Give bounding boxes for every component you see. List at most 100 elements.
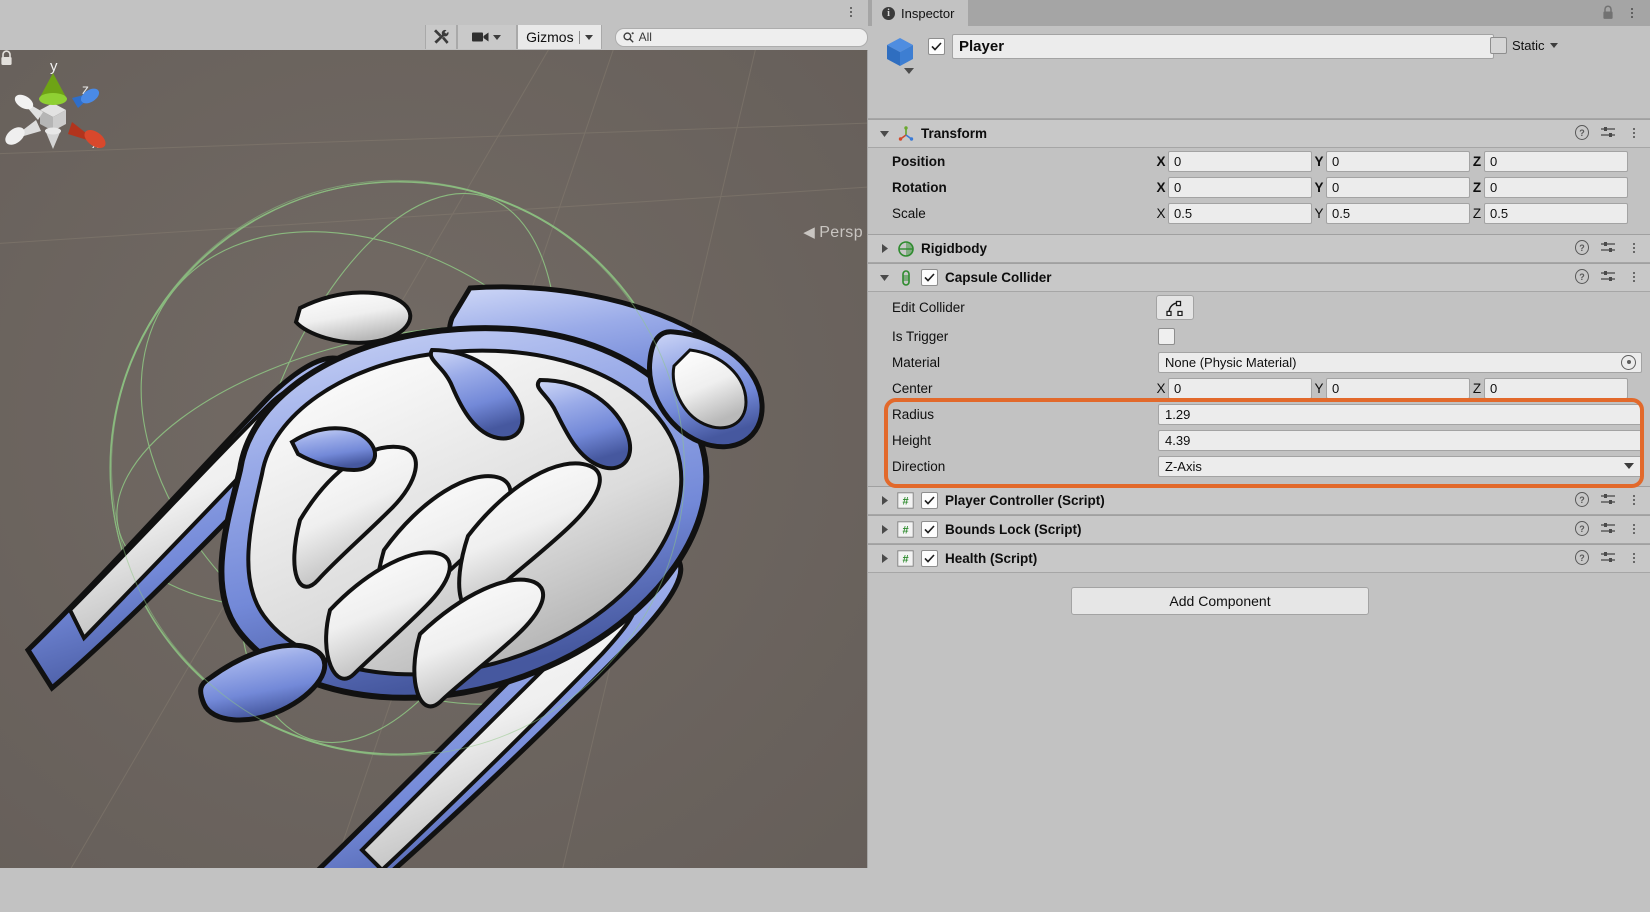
static-toggle[interactable]: Static <box>1490 37 1558 54</box>
transform-axis-icon <box>897 125 914 142</box>
foldout-collapsed-icon[interactable] <box>879 553 890 564</box>
inspector-body: Player Static Tag Player Layer Default <box>868 26 1650 629</box>
gizmos-chevron-down-icon[interactable] <box>584 34 593 40</box>
axis-x: X0 <box>1154 176 1312 198</box>
help-icon[interactable]: ? <box>1575 521 1589 536</box>
gameobject-enabled-checkbox[interactable] <box>928 38 945 55</box>
foldout-collapsed-icon[interactable] <box>879 495 890 506</box>
radius-input[interactable]: 1.29 <box>1158 403 1642 425</box>
gizmos-divider <box>578 30 580 44</box>
component-header-rigidbody[interactable]: Rigidbody ? <box>868 234 1650 263</box>
position-z-input[interactable]: 0 <box>1484 150 1628 172</box>
static-checkbox[interactable] <box>1490 37 1507 54</box>
height-input[interactable]: 4.39 <box>1158 429 1642 451</box>
preset-icon[interactable] <box>1601 240 1615 255</box>
scale-y-input[interactable]: 0.5 <box>1326 202 1470 224</box>
camera-chevron-down-icon <box>493 34 502 40</box>
gameobject-name-input[interactable]: Player <box>952 34 1494 59</box>
component-menu-icon[interactable] <box>1627 240 1641 255</box>
health-enabled-checkbox[interactable] <box>921 550 938 567</box>
inspector-panel: i Inspector Player Static Transform ? Po… <box>868 0 1650 912</box>
help-icon[interactable]: ? <box>1575 125 1589 140</box>
camera-icon <box>472 32 489 42</box>
property-label: Material <box>892 354 941 370</box>
gizmos-toggle-button[interactable]: Gizmos <box>517 25 602 49</box>
rigidbody-icon <box>897 240 914 257</box>
inspector-tab-strip: i Inspector <box>868 0 1650 26</box>
material-object-field[interactable]: None (Physic Material) <box>1158 351 1642 373</box>
component-header-player-controller[interactable]: # Player Controller (Script) ? <box>868 486 1650 515</box>
prefab-caret-down-icon[interactable] <box>904 68 914 74</box>
tools-icon-button[interactable] <box>425 25 457 49</box>
unity-editor-window: Gizmos All y z ◀ Persp i Inspector Playe… <box>0 0 1650 912</box>
position-y-input[interactable]: 0 <box>1326 150 1470 172</box>
inspector-lock-icon[interactable] <box>1602 5 1614 20</box>
component-header-bounds-lock[interactable]: # Bounds Lock (Script) ? <box>868 515 1650 544</box>
component-menu-icon[interactable] <box>1627 269 1641 284</box>
help-icon[interactable]: ? <box>1575 269 1589 284</box>
scene-render <box>0 50 867 868</box>
edit-collider-icon <box>1166 300 1183 316</box>
player-controller-enabled-checkbox[interactable] <box>921 492 938 509</box>
position-x-input[interactable]: 0 <box>1168 150 1312 172</box>
scene-lock-icon[interactable] <box>0 50 13 66</box>
rotation-z-input[interactable]: 0 <box>1484 176 1628 198</box>
script-hash-icon: # <box>897 492 914 509</box>
svg-text:#: # <box>902 554 908 566</box>
axis-x: X0 <box>1154 150 1312 172</box>
component-menu-icon[interactable] <box>1627 550 1641 565</box>
edit-collider-button[interactable] <box>1156 295 1194 320</box>
tab-inspector[interactable]: i Inspector <box>872 0 969 26</box>
scene-viewport[interactable]: y z x <box>0 50 867 868</box>
component-menu-icon[interactable] <box>1627 492 1641 507</box>
inspector-menu-icon[interactable] <box>1626 5 1638 20</box>
foldout-expanded-icon[interactable] <box>879 272 890 283</box>
component-header-health[interactable]: # Health (Script) ? <box>868 544 1650 573</box>
capsule-collider-enabled-checkbox[interactable] <box>921 269 938 286</box>
axis-x: X 0.5 <box>1154 202 1312 224</box>
center-x-input[interactable]: 0 <box>1168 377 1312 399</box>
is-trigger-checkbox[interactable] <box>1158 328 1175 345</box>
scene-projection-label[interactable]: ◀ Persp <box>803 223 863 242</box>
preset-icon[interactable] <box>1601 492 1615 507</box>
foldout-collapsed-icon[interactable] <box>879 524 890 535</box>
preset-icon[interactable] <box>1601 269 1615 284</box>
object-picker-icon[interactable] <box>1621 354 1636 370</box>
scene-menu-icon[interactable] <box>844 3 858 21</box>
component-header-capsule-collider[interactable]: Capsule Collider ? <box>868 263 1650 292</box>
preset-icon[interactable] <box>1601 550 1615 565</box>
preset-icon[interactable] <box>1601 521 1615 536</box>
component-menu-icon[interactable] <box>1627 125 1641 140</box>
scene-camera-button[interactable] <box>456 25 518 49</box>
rotation-y-input[interactable]: 0 <box>1326 176 1470 198</box>
add-component-button[interactable]: Add Component <box>1071 587 1369 615</box>
center-z-input[interactable]: 0 <box>1484 377 1628 399</box>
help-icon[interactable]: ? <box>1575 492 1589 507</box>
script-hash-icon: # <box>897 521 914 538</box>
scene-search-value: All <box>638 30 652 44</box>
component-header-transform[interactable]: Transform ? <box>868 119 1650 148</box>
center-y-input[interactable]: 0 <box>1326 377 1470 399</box>
scale-z-input[interactable]: 0.5 <box>1484 202 1628 224</box>
property-label: Edit Collider <box>892 300 965 315</box>
scale-x-input[interactable]: 0.5 <box>1168 202 1312 224</box>
scene-search-input[interactable]: All <box>614 27 868 47</box>
material-value: None (Physic Material) <box>1165 354 1297 370</box>
rotation-x-input[interactable]: 0 <box>1168 176 1312 198</box>
scene-orientation-gizmo[interactable]: y z x <box>0 54 110 164</box>
property-label: Radius <box>892 406 935 422</box>
property-row-material: Material None (Physic Material) <box>868 349 1650 375</box>
property-row-is-trigger: Is Trigger <box>868 323 1650 349</box>
foldout-collapsed-icon[interactable] <box>879 243 890 254</box>
help-icon[interactable]: ? <box>1575 240 1589 255</box>
bounds-lock-enabled-checkbox[interactable] <box>921 521 938 538</box>
component-menu-icon[interactable] <box>1627 521 1641 536</box>
vector3-field: X0 Y0 Z0 <box>1154 176 1642 198</box>
preset-icon[interactable] <box>1601 125 1615 140</box>
svg-text:#: # <box>902 525 908 537</box>
static-chevron-down-icon[interactable] <box>1549 43 1558 48</box>
direction-dropdown[interactable]: Z-Axis <box>1158 455 1642 477</box>
help-icon[interactable]: ? <box>1575 550 1589 565</box>
foldout-expanded-icon[interactable] <box>879 128 890 139</box>
axis-z: Z0 <box>1470 150 1628 172</box>
